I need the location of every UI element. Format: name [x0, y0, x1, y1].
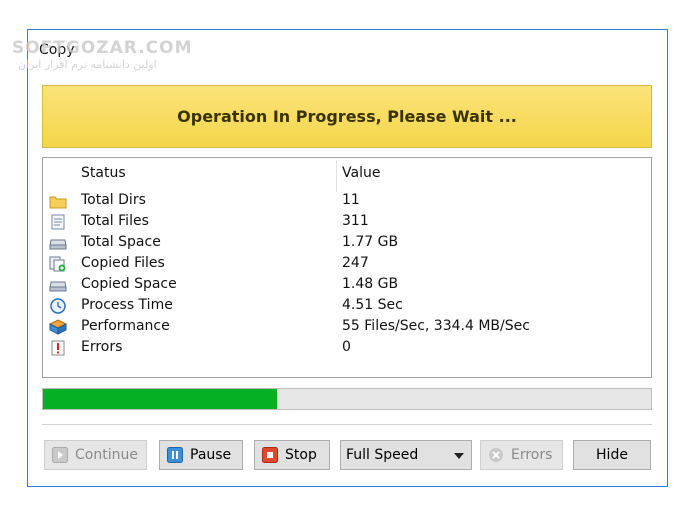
row-value: 0 [342, 339, 351, 355]
watermark-text: SOFTGOZAR.COM [12, 38, 193, 58]
row-label: Process Time [81, 297, 173, 313]
row-value: 247 [342, 255, 369, 271]
file-icon [49, 214, 67, 230]
row-label: Copied Files [81, 255, 165, 271]
watermark-logo: SOFTGOZAR.COM اولین دانشنامه نرم افزار ا… [12, 38, 193, 71]
table-row[interactable]: Copied Space 1.48 GB [43, 275, 651, 296]
copy-progress-bar [42, 388, 652, 410]
progress-fill [43, 389, 278, 409]
error-circle-icon [487, 446, 505, 464]
stats-table: Status Value Total Dirs 11 Total Files 3… [42, 157, 652, 378]
table-row[interactable]: Process Time 4.51 Sec [43, 296, 651, 317]
error-icon [49, 340, 67, 356]
hide-button-label: Hide [596, 447, 628, 463]
row-value: 55 Files/Sec, 334.4 MB/Sec [342, 318, 530, 334]
drive-icon [49, 235, 67, 251]
continue-button-label: Continue [75, 447, 138, 463]
row-value: 1.48 GB [342, 276, 399, 292]
folder-icon [49, 193, 67, 209]
copied-files-icon [49, 256, 67, 272]
column-header-status[interactable]: Status [81, 165, 126, 181]
pause-button[interactable]: Pause [159, 440, 243, 470]
table-row[interactable]: Total Dirs 11 [43, 191, 651, 212]
stop-icon [261, 446, 279, 464]
row-label: Total Space [81, 234, 161, 250]
speed-select-value: Full Speed [346, 447, 419, 463]
column-divider[interactable] [336, 160, 337, 192]
pause-icon [166, 446, 184, 464]
row-label: Copied Space [81, 276, 177, 292]
divider [42, 424, 652, 425]
row-label: Total Files [81, 213, 149, 229]
chevron-down-icon [454, 453, 464, 459]
table-row[interactable]: Copied Files 247 [43, 254, 651, 275]
status-banner: Operation In Progress, Please Wait ... [42, 85, 652, 148]
column-header-value[interactable]: Value [342, 165, 380, 181]
status-banner-text: Operation In Progress, Please Wait ... [177, 107, 517, 126]
row-value: 311 [342, 213, 369, 229]
clock-icon [49, 298, 67, 314]
table-row[interactable]: Total Space 1.77 GB [43, 233, 651, 254]
pause-button-label: Pause [190, 447, 232, 463]
stop-button-label: Stop [285, 447, 317, 463]
stop-button[interactable]: Stop [254, 440, 330, 470]
table-row[interactable]: Performance 55 Files/Sec, 334.4 MB/Sec [43, 317, 651, 338]
continue-button[interactable]: Continue [44, 440, 147, 470]
speed-select[interactable]: Full Speed [340, 440, 472, 470]
drive-icon [49, 277, 67, 293]
watermark-subtext: اولین دانشنامه نرم افزار ایران [18, 58, 157, 71]
row-value: 11 [342, 192, 360, 208]
row-value: 1.77 GB [342, 234, 399, 250]
play-icon [51, 446, 69, 464]
table-row[interactable]: Total Files 311 [43, 212, 651, 233]
row-label: Errors [81, 339, 123, 355]
errors-button-label: Errors [511, 447, 553, 463]
row-label: Performance [81, 318, 170, 334]
row-label: Total Dirs [81, 192, 146, 208]
row-value: 4.51 Sec [342, 297, 403, 313]
table-row[interactable]: Errors 0 [43, 338, 651, 359]
hide-button[interactable]: Hide [573, 440, 651, 470]
errors-button[interactable]: Errors [480, 440, 563, 470]
performance-icon [49, 319, 67, 335]
